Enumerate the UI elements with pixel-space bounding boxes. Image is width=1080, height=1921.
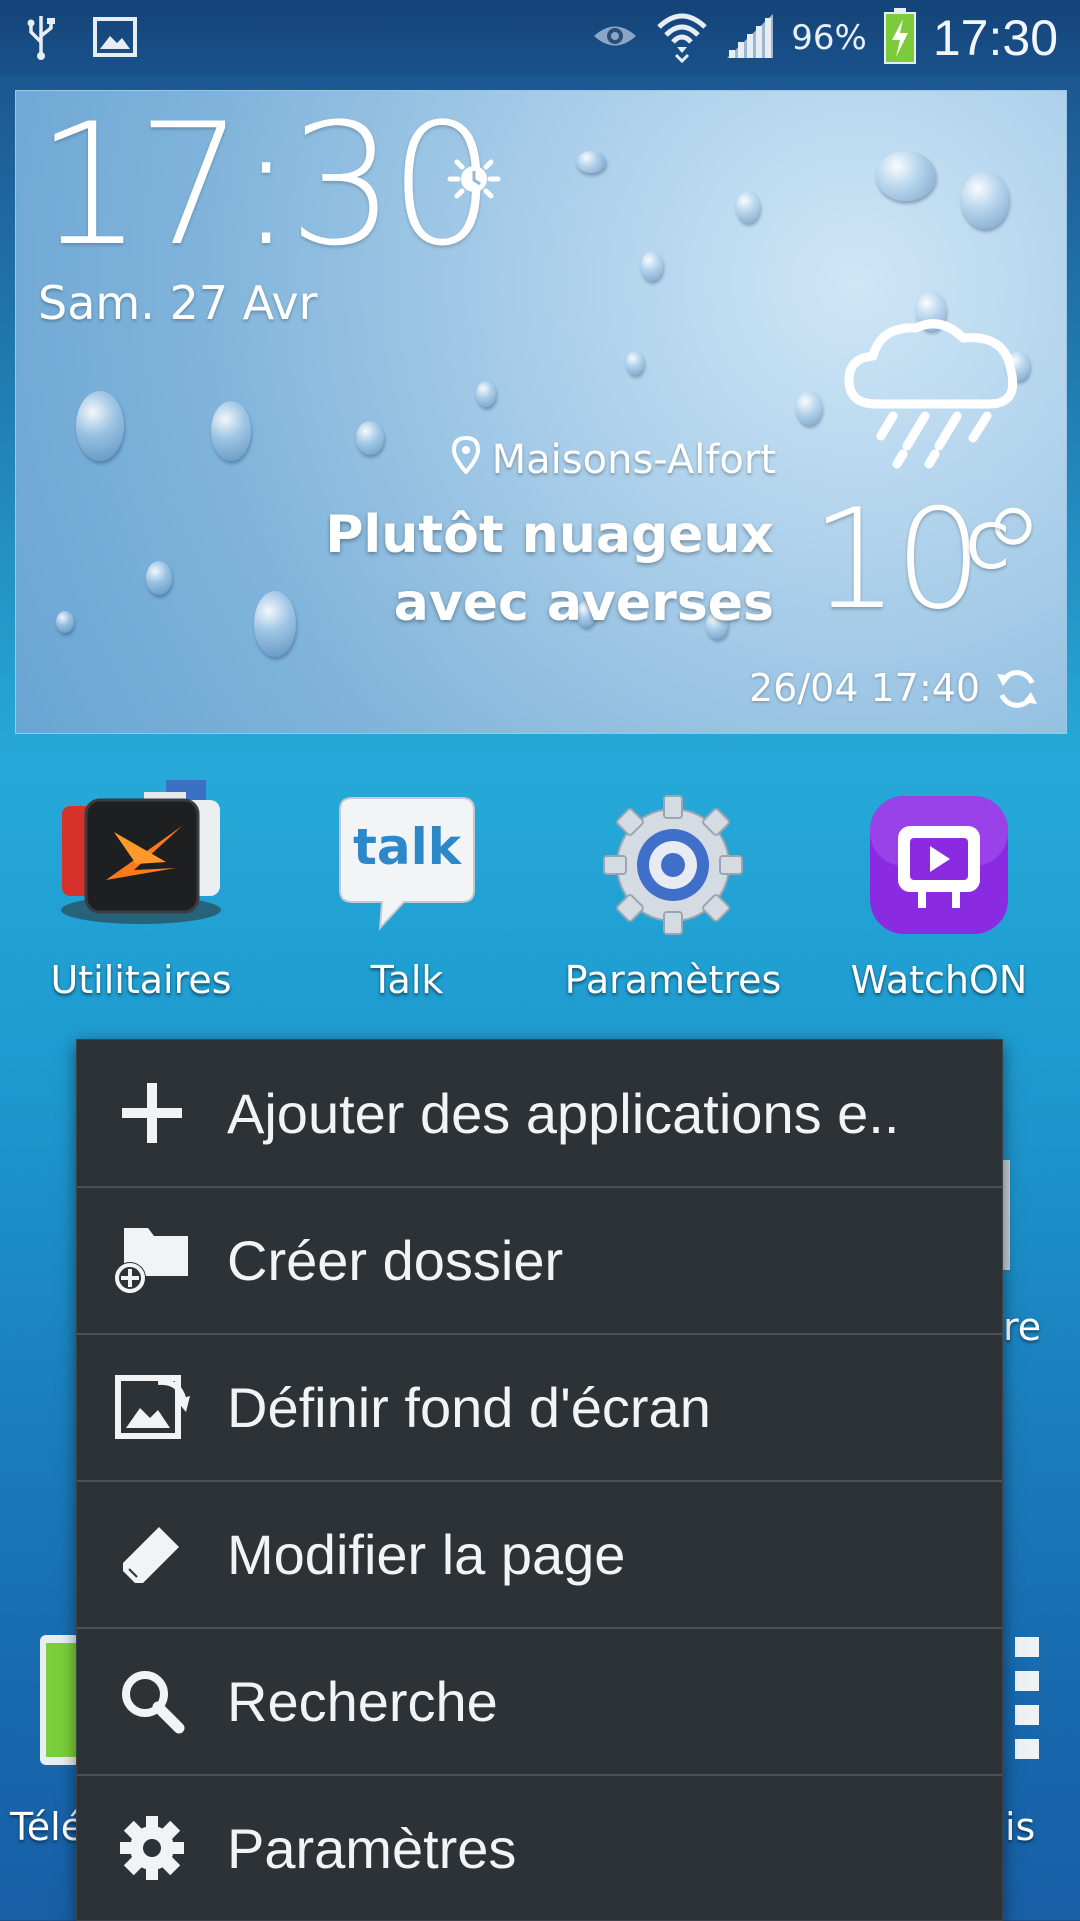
widget-clock-time[interactable]: 17:30: [36, 101, 496, 269]
signal-icon: [725, 12, 775, 64]
battery-percent: 96%: [791, 18, 867, 58]
widget-date: Sam. 27 Avr: [38, 276, 318, 330]
app-label: Talk: [370, 958, 444, 1002]
watchon-icon: [864, 790, 1014, 940]
menu-item-edit-page[interactable]: Modifier la page: [77, 1481, 1002, 1629]
status-bar[interactable]: 96% 17:30: [0, 0, 1080, 76]
alarm-icon: [446, 151, 502, 211]
smart-stay-eye-icon: [591, 19, 639, 57]
location-pin-icon: [451, 435, 480, 484]
app-watchon[interactable]: WatchON: [809, 790, 1069, 1002]
usb-icon: [26, 12, 56, 66]
svg-text:talk: talk: [353, 818, 463, 876]
menu-item-add-apps[interactable]: Ajouter des applications e..: [77, 1040, 1002, 1188]
weather-condition: Plutôt nuageux avec averses: [325, 505, 774, 633]
weather-clock-widget[interactable]: 17:30 Sam. 27 Avr Maisons-Alfort Plutôt …: [15, 90, 1067, 734]
location-name: Maisons-Alfort: [491, 437, 776, 483]
hidden-app-label: is: [1005, 1805, 1036, 1849]
battery-charging-icon: [883, 7, 917, 69]
wifi-icon: [655, 9, 709, 67]
widget-location[interactable]: Maisons-Alfort: [451, 435, 776, 484]
menu-item-label: Paramètres: [227, 1816, 517, 1880]
menu-item-label: Ajouter des applications e..: [227, 1081, 900, 1145]
status-time: 17:30: [932, 10, 1058, 66]
gear-icon: [77, 1775, 227, 1921]
settings-gear-icon: [598, 790, 748, 940]
options-menu: Ajouter des applications e.. Créer dossi…: [77, 1040, 1002, 1920]
hidden-app-label: re: [1003, 1305, 1042, 1349]
wallpaper-icon: [77, 1334, 227, 1480]
plus-icon: [77, 1040, 227, 1186]
image-notification-icon: [92, 16, 138, 62]
menu-item-label: Recherche: [227, 1669, 498, 1733]
menu-item-create-folder[interactable]: Créer dossier: [77, 1187, 1002, 1335]
app-utilitaires[interactable]: Utilitaires: [11, 780, 271, 1002]
menu-item-search[interactable]: Recherche: [77, 1628, 1002, 1776]
refresh-icon[interactable]: [994, 666, 1040, 716]
app-label: WatchON: [850, 958, 1028, 1002]
app-label: Paramètres: [564, 958, 782, 1002]
pencil-icon: [77, 1481, 227, 1627]
folder-icon: [61, 780, 221, 940]
menu-item-set-wallpaper[interactable]: Définir fond d'écran: [77, 1334, 1002, 1482]
menu-item-settings[interactable]: Paramètres: [77, 1775, 1002, 1921]
temperature-unit: C: [966, 510, 1010, 583]
talk-icon: talk: [332, 790, 482, 940]
last-updated: 26/04 17:40: [749, 666, 981, 710]
app-label: Utilitaires: [50, 958, 232, 1002]
apps-grid-icon[interactable]: [1015, 1635, 1041, 1769]
app-parametres[interactable]: Paramètres: [543, 790, 803, 1002]
hidden-app-icon-edge: [40, 1635, 80, 1765]
create-folder-icon: [77, 1187, 227, 1333]
hidden-app-label: Télé: [10, 1805, 85, 1849]
menu-item-label: Créer dossier: [227, 1228, 564, 1292]
menu-item-label: Modifier la page: [227, 1522, 626, 1586]
rain-cloud-icon: [841, 316, 1026, 475]
search-icon: [77, 1628, 227, 1774]
app-talk[interactable]: talk Talk: [277, 790, 537, 1002]
menu-item-label: Définir fond d'écran: [227, 1375, 711, 1439]
